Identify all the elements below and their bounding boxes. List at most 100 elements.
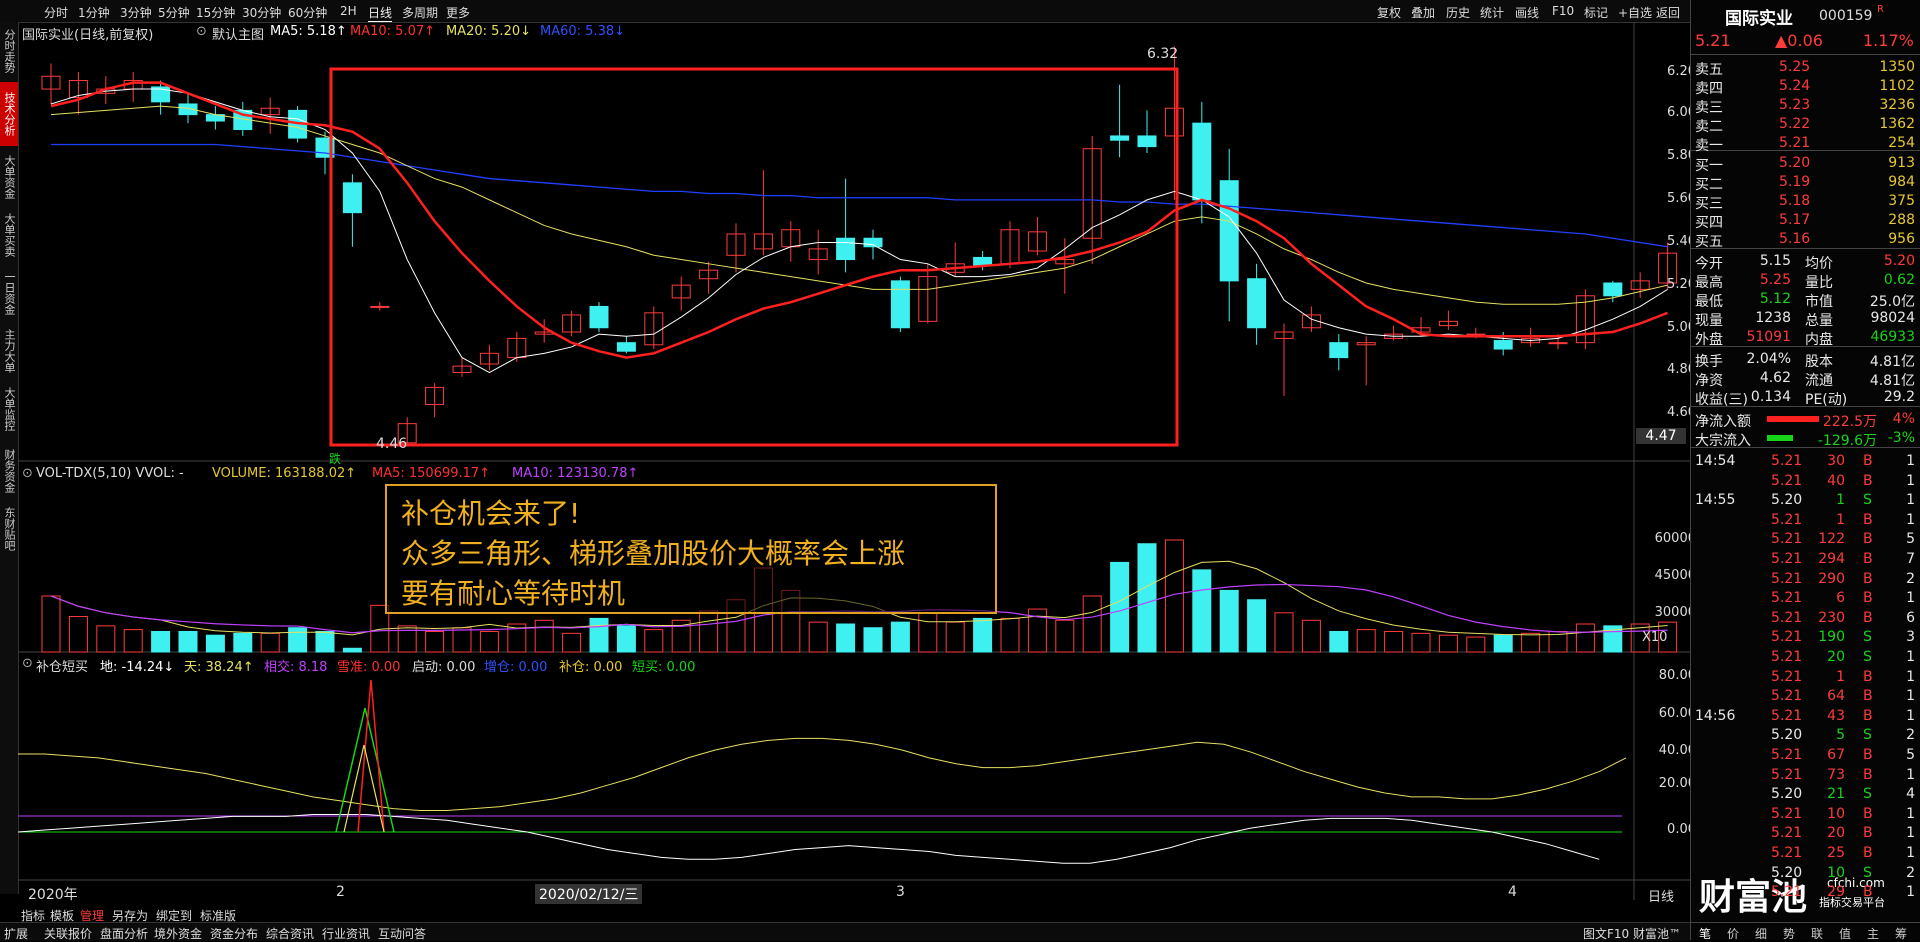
tick-count: 1 xyxy=(1906,766,1915,783)
tick-side: S xyxy=(1863,629,1872,646)
volume-bar xyxy=(1082,595,1102,653)
kline-chart[interactable] xyxy=(0,0,1690,900)
ma60-line xyxy=(51,143,1668,248)
volume-bar xyxy=(808,621,828,653)
ask-label: 卖二 xyxy=(1695,119,1723,135)
outflow-bar xyxy=(1767,435,1793,441)
bar-foreign-fund[interactable]: 境外资金 xyxy=(154,925,202,942)
quote-tab[interactable]: 主 xyxy=(1867,925,1879,942)
quote-tab[interactable]: 笔 xyxy=(1699,925,1711,942)
bid-volume: 913 xyxy=(1888,155,1915,171)
bar-market-analysis[interactable]: 盘面分析 xyxy=(100,925,148,942)
tick-count: 3 xyxy=(1906,629,1915,646)
volume-bar xyxy=(890,621,910,653)
volume-bar xyxy=(1247,599,1267,653)
tick-volume: 1 xyxy=(1836,492,1845,509)
stat-value: 4.81亿 xyxy=(1869,373,1915,389)
bid-label: 买五 xyxy=(1695,234,1723,250)
flow-label: 净流入额 xyxy=(1695,414,1751,430)
y-tick-main: 5.60 xyxy=(1667,191,1696,206)
volume-bar xyxy=(479,630,499,653)
volume-bar xyxy=(699,610,719,653)
bar-f10[interactable]: 图文F10 财富池™ xyxy=(1583,925,1681,942)
tick-volume: 5 xyxy=(1836,727,1845,744)
tick-volume: 20 xyxy=(1827,649,1845,665)
x-label-mar: 3 xyxy=(896,884,905,900)
tick-price: 5.21 xyxy=(1771,472,1803,489)
tick-side: S xyxy=(1863,649,1872,665)
quote-tab[interactable]: 联 xyxy=(1811,925,1823,942)
volume-bar xyxy=(260,632,280,653)
tick-time: 14:54 xyxy=(1695,453,1736,469)
bid-volume: 956 xyxy=(1888,231,1915,247)
tick-row: 5.21 20 S 1 xyxy=(1691,648,1920,667)
candle-body xyxy=(1110,135,1130,141)
high-price-label: 6.32 xyxy=(1147,46,1179,62)
stat-value: 25.0亿 xyxy=(1869,294,1915,310)
tick-row: 5.21 1 B 1 xyxy=(1691,511,1920,530)
x-period-label[interactable]: 日线 xyxy=(1648,886,1674,905)
bar-expand[interactable]: 扩展 xyxy=(4,925,28,942)
tick-side: B xyxy=(1863,570,1873,587)
candle-body xyxy=(1137,135,1157,148)
ask-label: 卖五 xyxy=(1695,62,1723,78)
quote-tab[interactable]: 筹 xyxy=(1895,925,1907,942)
stat-label: 量比 xyxy=(1805,275,1833,291)
stat-row: 外盘 51091 内盘 46933 xyxy=(1691,328,1920,348)
bid-row: 买五 5.16 956 xyxy=(1691,230,1920,250)
tick-side: B xyxy=(1863,884,1873,901)
volume-bar xyxy=(452,627,472,653)
tick-side: B xyxy=(1863,805,1873,822)
candle-body xyxy=(863,237,883,248)
quote-tab[interactable]: 细 xyxy=(1755,925,1767,942)
ask-row: 卖一 5.21 254 xyxy=(1691,134,1920,154)
stat-row: 现量 1238 总量 98024 xyxy=(1691,309,1920,329)
volume-bar xyxy=(945,621,965,653)
tick-count: 2 xyxy=(1906,570,1915,587)
volume-bar xyxy=(1466,636,1486,653)
bar-fund-dist[interactable]: 资金分布 xyxy=(210,925,258,942)
quote-tab[interactable]: 势 xyxy=(1783,925,1795,942)
tick-volume: 290 xyxy=(1818,570,1845,587)
volume-bar xyxy=(178,630,198,653)
tick-row: 14:56 5.21 43 B 1 xyxy=(1691,707,1920,726)
ask-price: 5.23 xyxy=(1779,97,1811,113)
volume-bar xyxy=(425,630,445,653)
stat-label: 流通 xyxy=(1805,373,1833,389)
tick-count: 5 xyxy=(1906,747,1915,763)
quote-tab[interactable]: 值 xyxy=(1839,925,1851,942)
tick-row: 14:54 5.21 30 B 1 xyxy=(1691,452,1920,471)
volume-bar xyxy=(1411,632,1431,653)
candle-body xyxy=(836,237,856,261)
stat-value: 0.134 xyxy=(1750,389,1791,405)
bar-industry-news[interactable]: 行业资讯 xyxy=(322,925,370,942)
tick-side: B xyxy=(1863,531,1873,548)
bid-row: 买二 5.19 984 xyxy=(1691,173,1920,193)
y-tick-main: 4.80 xyxy=(1667,362,1696,377)
bar-related-quote[interactable]: 关联报价 xyxy=(44,925,92,942)
tick-price: 5.21 xyxy=(1771,707,1803,724)
bar-qa[interactable]: 互动问答 xyxy=(378,925,426,942)
ask-label: 卖一 xyxy=(1695,138,1723,154)
tick-volume: 64 xyxy=(1827,688,1845,705)
volume-bar xyxy=(644,629,664,653)
price-pct: 1.17% xyxy=(1863,31,1914,50)
volume-bar xyxy=(123,629,143,653)
stat-value: 2.04% xyxy=(1746,351,1791,367)
tick-side: S xyxy=(1863,727,1872,744)
stat-value: 1238 xyxy=(1755,310,1791,326)
annotation-box: 补仓机会来了! 众多三角形、梯形叠加股价大概率会上涨 要有耐心等待时机 xyxy=(385,484,997,614)
tick-side: B xyxy=(1863,688,1873,705)
bid-label: 买四 xyxy=(1695,215,1723,231)
tick-volume: 30 xyxy=(1827,453,1845,469)
stat-value: 5.25 xyxy=(1759,272,1791,288)
candle-body xyxy=(1247,278,1267,329)
bar-news[interactable]: 综合资讯 xyxy=(266,925,314,942)
tick-volume: 10 xyxy=(1827,864,1845,881)
tick-volume: 10 xyxy=(1827,805,1845,822)
signal-triangle-green xyxy=(335,707,395,833)
ask-row: 卖五 5.25 1350 xyxy=(1691,58,1920,78)
quote-tab[interactable]: 价 xyxy=(1727,925,1739,942)
tick-price: 5.21 xyxy=(1771,649,1803,665)
stat-label: 现量 xyxy=(1695,313,1723,329)
